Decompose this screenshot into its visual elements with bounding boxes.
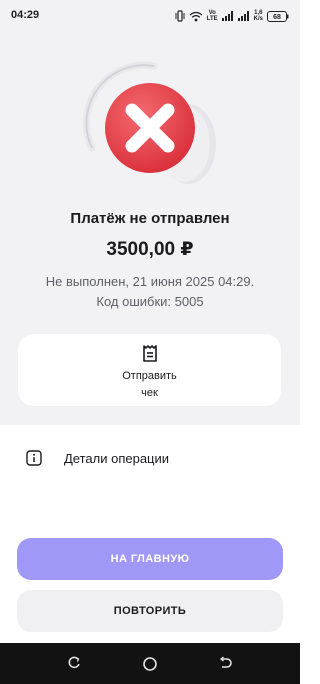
recent-apps-icon[interactable] — [67, 656, 81, 670]
payment-amount: 3500,00 ₽ — [106, 239, 194, 260]
status-icons: Vo LTE 1,6 K/s 68 — [175, 7, 289, 25]
back-icon[interactable] — [218, 656, 232, 670]
system-nav-bar — [0, 643, 300, 684]
net-speed-unit: K/s — [253, 16, 263, 22]
volte-label-bottom: LTE — [206, 16, 218, 22]
go-home-label: НА ГЛАВНУЮ — [110, 553, 190, 565]
receipt-icon — [143, 345, 157, 362]
send-receipt-button[interactable]: Отправить чек — [18, 334, 281, 406]
home-icon[interactable] — [142, 656, 158, 672]
battery-icon: 68 — [267, 10, 289, 22]
page-title: Платёж не отправлен — [70, 210, 230, 227]
battery-level: 68 — [273, 14, 281, 21]
error-x-icon — [82, 61, 216, 184]
operation-details-label: Детали операции — [64, 451, 170, 466]
info-icon — [26, 450, 42, 466]
retry-button[interactable]: ПОВТОРИТЬ — [17, 590, 283, 632]
status-bar: 04:29 Vo LTE 1,6 K/s 68 — [0, 0, 300, 32]
vibrate-icon — [175, 10, 185, 22]
volte-indicator: Vo LTE — [207, 10, 218, 22]
wifi-icon — [189, 11, 203, 21]
status-text: Не выполнен, 21 июня 2025 04:29. — [45, 274, 255, 289]
status-time: 04:29 — [11, 9, 40, 21]
retry-label: ПОВТОРИТЬ — [113, 605, 187, 617]
net-speed: 1,6 K/s — [254, 10, 263, 22]
signal-icon — [237, 11, 249, 21]
operation-details-row[interactable]: Детали операции — [0, 443, 300, 475]
go-home-button[interactable]: НА ГЛАВНУЮ — [17, 538, 283, 580]
signal-icon — [221, 11, 233, 21]
error-code-text: Код ошибки: 5005 — [96, 294, 204, 309]
send-receipt-label: Отправить чек — [122, 370, 177, 399]
